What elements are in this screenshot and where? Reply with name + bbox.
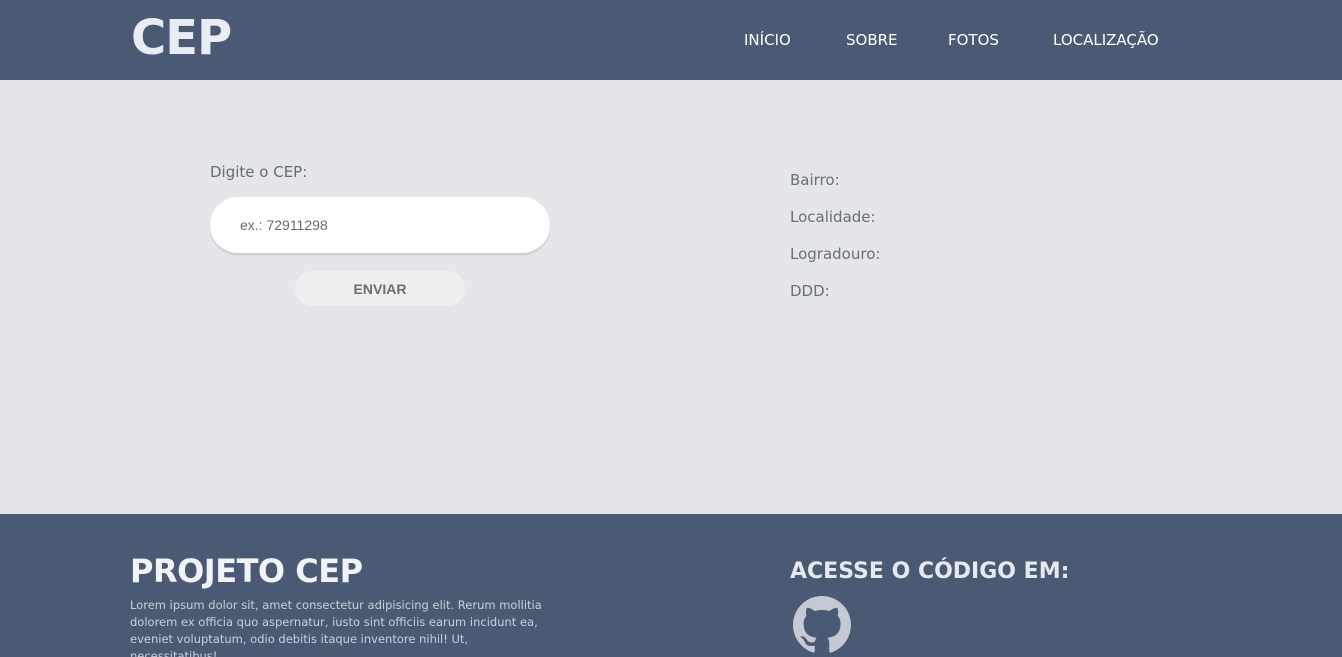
- nav-link-inicio[interactable]: INÍCIO: [744, 31, 791, 49]
- nav-link-sobre[interactable]: SOBRE: [846, 31, 898, 49]
- send-button[interactable]: ENVIAR: [295, 271, 465, 306]
- main-nav: INÍCIO SOBRE FOTOS LOCALIZAÇÃO: [0, 31, 1342, 51]
- footer-description: Lorem ipsum dolor sit, amet consectetur …: [130, 598, 542, 657]
- cep-input[interactable]: [210, 197, 550, 253]
- nav-link-localizacao[interactable]: LOCALIZAÇÃO: [1053, 31, 1159, 49]
- result-ddd: DDD:: [790, 282, 830, 300]
- result-bairro: Bairro:: [790, 171, 840, 189]
- nav-link-fotos[interactable]: FOTOS: [948, 31, 999, 49]
- main-content: Digite o CEP: ENVIAR Bairro: Localidade:…: [0, 80, 1342, 514]
- github-icon[interactable]: [793, 596, 851, 654]
- result-logradouro: Logradouro:: [790, 245, 881, 263]
- result-localidade: Localidade:: [790, 208, 876, 226]
- cep-label: Digite o CEP:: [210, 163, 308, 181]
- results-panel: Bairro: Localidade: Logradouro: DDD:: [790, 171, 880, 319]
- site-header: CEP INÍCIO SOBRE FOTOS LOCALIZAÇÃO: [0, 0, 1342, 80]
- site-footer: PROJETO CEP Lorem ipsum dolor sit, amet …: [0, 514, 1342, 657]
- footer-title: PROJETO CEP: [130, 552, 363, 590]
- access-code-title: ACESSE O CÓDIGO EM:: [790, 559, 1070, 584]
